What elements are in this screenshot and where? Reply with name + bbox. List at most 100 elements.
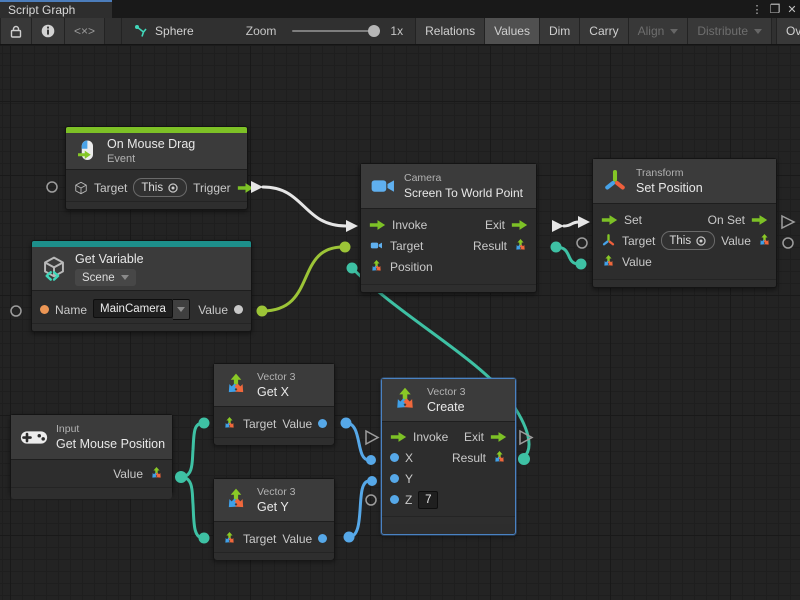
port-label-result: Result bbox=[452, 451, 486, 465]
port-label-result: Result bbox=[473, 239, 507, 253]
toolbar-spacer bbox=[105, 18, 122, 44]
node-get-y[interactable]: Vector 3 Get Y Target Value bbox=[213, 478, 335, 560]
vector3-icon bbox=[223, 487, 249, 513]
node-footer bbox=[214, 437, 334, 445]
vector3-icon bbox=[369, 259, 384, 274]
breadcrumb-graph-name: Sphere bbox=[155, 24, 194, 38]
port-label-on-set: On Set bbox=[708, 213, 745, 227]
this-target-chip[interactable]: This bbox=[661, 231, 715, 250]
port-label-exit: Exit bbox=[464, 430, 484, 444]
vector3-icon bbox=[757, 233, 772, 248]
vector3-icon bbox=[513, 238, 528, 253]
port-label-exit: Exit bbox=[485, 218, 505, 232]
zoom-slider[interactable] bbox=[286, 18, 382, 44]
scene-variable-icon bbox=[41, 256, 67, 282]
vector3-icon bbox=[222, 531, 237, 546]
code-icon: <×> bbox=[74, 24, 95, 38]
transform-icon bbox=[602, 168, 628, 194]
port-dot-name[interactable] bbox=[40, 305, 49, 314]
port-label-target: Target bbox=[243, 532, 276, 546]
port-dot-value[interactable] bbox=[318, 534, 327, 543]
port-label-invoke: Invoke bbox=[392, 218, 427, 232]
port-dot-y[interactable] bbox=[390, 474, 399, 483]
node-category: Vector 3 bbox=[427, 386, 466, 399]
node-category: Camera bbox=[404, 172, 523, 185]
vector3-icon bbox=[149, 466, 164, 481]
toolbar-button-overview[interactable]: Overview bbox=[776, 18, 800, 44]
breadcrumb[interactable]: Sphere bbox=[122, 18, 206, 44]
toolbar-button-carry[interactable]: Carry bbox=[580, 18, 628, 44]
toolbar-button-dim[interactable]: Dim bbox=[540, 18, 580, 44]
node-get-x[interactable]: Vector 3 Get X Target Value bbox=[213, 363, 335, 445]
port-label-set: Set bbox=[624, 213, 642, 227]
close-icon[interactable]: ✕ bbox=[784, 0, 800, 18]
node-on-mouse-drag[interactable]: On Mouse Drag Event Target This Trigger bbox=[65, 126, 248, 210]
node-title: On Mouse Drag bbox=[107, 136, 195, 152]
port-label-y: Y bbox=[405, 472, 413, 486]
port-label-name: Name bbox=[55, 303, 87, 317]
port-label-target: Target bbox=[622, 234, 655, 248]
lock-icon bbox=[10, 25, 22, 38]
zoom-value: 1x bbox=[382, 18, 416, 44]
node-footer bbox=[32, 323, 251, 331]
variable-name-field[interactable]: MainCamera bbox=[93, 299, 173, 318]
port-label-value: Value bbox=[282, 417, 312, 431]
z-value-field[interactable]: 7 bbox=[418, 491, 438, 509]
chevron-down-icon bbox=[177, 307, 185, 312]
window-menu-icon[interactable]: ⋮ bbox=[749, 0, 765, 18]
port-dot-z[interactable] bbox=[390, 495, 399, 504]
node-vector3-create[interactable]: Vector 3 Create Invoke Exit X Result bbox=[381, 378, 516, 535]
node-footer bbox=[11, 487, 172, 499]
this-target-chip[interactable]: This bbox=[133, 178, 187, 197]
toolbar-button-distribute[interactable]: Distribute bbox=[688, 18, 772, 44]
node-get-variable[interactable]: Get Variable Scene Name MainCamera bbox=[31, 240, 252, 332]
zoom-slider-handle[interactable] bbox=[368, 25, 380, 37]
port-label-value: Value bbox=[113, 467, 143, 481]
target-picker-icon[interactable] bbox=[167, 182, 179, 194]
port-dot-value[interactable] bbox=[234, 305, 243, 314]
node-title: Screen To World Point bbox=[404, 185, 523, 201]
toolbar-button-relations[interactable]: Relations bbox=[416, 18, 485, 44]
tab-script-graph[interactable]: Script Graph bbox=[0, 0, 112, 18]
toolbar-button-values[interactable]: Values bbox=[485, 18, 540, 44]
node-category: Vector 3 bbox=[257, 486, 296, 499]
port-label-value-out: Value bbox=[721, 234, 751, 248]
toolbar-button-align[interactable]: Align bbox=[629, 18, 689, 44]
node-category: Input bbox=[56, 423, 163, 436]
code-preview-button[interactable]: <×> bbox=[65, 18, 105, 44]
variable-name-dropdown-button[interactable] bbox=[173, 299, 190, 320]
port-label-value-in: Value bbox=[622, 255, 652, 269]
port-dot-x[interactable] bbox=[390, 453, 399, 462]
node-get-mouse-position[interactable]: Input Get Mouse Position Value bbox=[10, 414, 173, 494]
port-label-trigger: Trigger bbox=[193, 181, 231, 195]
node-category: Transform bbox=[636, 167, 703, 180]
info-icon bbox=[41, 24, 55, 38]
chevron-down-icon bbox=[121, 275, 129, 280]
port-label-z: Z bbox=[405, 493, 412, 507]
maximize-icon[interactable]: ❐ bbox=[767, 0, 783, 18]
port-label-value: Value bbox=[282, 532, 312, 546]
port-label-target: Target bbox=[390, 239, 423, 253]
port-label-position: Position bbox=[390, 260, 433, 274]
node-title: Get Variable bbox=[75, 251, 144, 267]
title-bar: Script Graph ⋮ ❐ ✕ bbox=[0, 0, 800, 18]
target-picker-icon[interactable] bbox=[695, 235, 707, 247]
node-screen-to-world-point[interactable]: Camera Screen To World Point Invoke Exit… bbox=[360, 163, 537, 293]
gameobject-cube-icon bbox=[74, 181, 88, 195]
zoom-slider-track[interactable] bbox=[292, 30, 376, 32]
port-dot-value[interactable] bbox=[318, 419, 327, 428]
node-title: Get X bbox=[257, 384, 296, 400]
flow-arrow-icon bbox=[490, 431, 507, 443]
inspect-button[interactable] bbox=[32, 18, 65, 44]
node-set-position[interactable]: Transform Set Position Set On Set Target… bbox=[592, 158, 777, 288]
script-graph-window: Script Graph ⋮ ❐ ✕ <×> bbox=[0, 0, 800, 600]
vector3-icon bbox=[601, 254, 616, 269]
variable-scope-dropdown[interactable]: Scene bbox=[75, 269, 136, 286]
vector3-icon bbox=[492, 450, 507, 465]
tab-title: Script Graph bbox=[8, 3, 75, 17]
lock-button[interactable] bbox=[0, 18, 32, 44]
node-footer bbox=[382, 516, 515, 524]
port-label-target: Target bbox=[243, 417, 276, 431]
flow-arrow-icon bbox=[751, 214, 768, 226]
graph-icon bbox=[134, 24, 148, 38]
